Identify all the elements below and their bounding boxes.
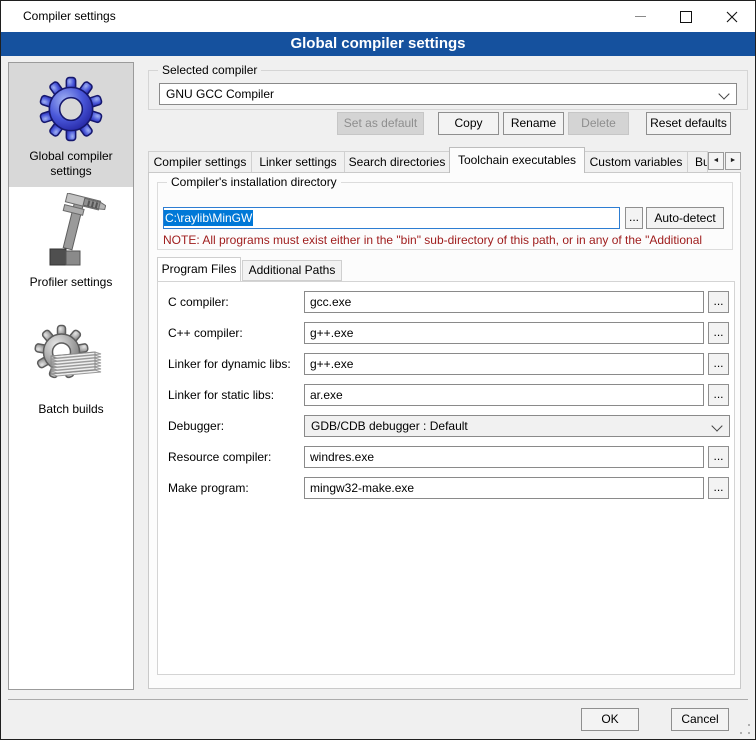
tab-scroll-left-icon[interactable]: ◄: [708, 152, 724, 170]
tab-scroll-right-icon[interactable]: ►: [725, 152, 741, 170]
linker-static-label: Linker for static libs:: [168, 384, 274, 406]
cpp-compiler-browse-button[interactable]: ...: [708, 322, 729, 344]
titlebar: Compiler settings: [1, 1, 755, 32]
debugger-label: Debugger:: [168, 415, 224, 437]
installation-directory-field[interactable]: C:\raylib\MinGW: [163, 207, 620, 229]
c-compiler-browse-button[interactable]: ...: [708, 291, 729, 313]
gear-icon: [38, 76, 104, 142]
c-compiler-label: C compiler:: [168, 291, 229, 313]
sidebar-item-global-compiler-settings[interactable]: Global compiler settings: [9, 63, 133, 187]
cpp-compiler-input[interactable]: g++.exe: [304, 322, 704, 344]
ok-button[interactable]: OK: [581, 708, 639, 731]
tab-build-options[interactable]: Build: [687, 151, 708, 173]
set-as-default-button[interactable]: Set as default: [337, 112, 424, 135]
sidebar-item-batch-builds[interactable]: Batch builds: [9, 320, 133, 425]
minimize-icon: [635, 16, 646, 17]
batch-builds-icon: [33, 322, 109, 398]
resource-compiler-label: Resource compiler:: [168, 446, 271, 468]
maximize-icon: [680, 11, 692, 23]
sidebar-item-label: Batch builds: [9, 400, 133, 425]
linker-dynamic-label: Linker for dynamic libs:: [168, 353, 291, 375]
selected-compiler-value: GNU GCC Compiler: [166, 84, 274, 104]
tab-custom-variables[interactable]: Custom variables: [584, 151, 688, 173]
debugger-value: GDB/CDB debugger : Default: [311, 416, 468, 436]
resource-compiler-browse-button[interactable]: ...: [708, 446, 729, 468]
subtab-additional-paths[interactable]: Additional Paths: [242, 260, 342, 281]
program-files-panel: C compiler: gcc.exe ... C++ compiler: g+…: [157, 281, 735, 675]
footer-separator: [8, 699, 748, 700]
make-program-browse-button[interactable]: ...: [708, 477, 729, 499]
sidebar-item-profiler-settings[interactable]: Profiler settings: [9, 193, 133, 298]
subtab-program-files[interactable]: Program Files: [157, 257, 241, 281]
bin-subdirectory-note: NOTE: All programs must exist either in …: [163, 233, 729, 247]
minimize-button[interactable]: [625, 1, 655, 32]
sidebar: Global compiler settings: [8, 62, 134, 690]
window-title: Compiler settings: [23, 1, 116, 32]
reset-defaults-button[interactable]: Reset defaults: [646, 112, 731, 135]
page-title: Global compiler settings: [1, 32, 755, 56]
make-program-label: Make program:: [168, 477, 249, 499]
chevron-down-icon: [711, 420, 722, 431]
resize-grip-icon[interactable]: [748, 732, 750, 734]
c-compiler-input[interactable]: gcc.exe: [304, 291, 704, 313]
maximize-button[interactable]: [671, 1, 701, 32]
resource-compiler-input[interactable]: windres.exe: [304, 446, 704, 468]
sidebar-item-label: Global compiler settings: [9, 147, 133, 187]
rename-button[interactable]: Rename: [503, 112, 564, 135]
make-program-input[interactable]: mingw32-make.exe: [304, 477, 704, 499]
tab-compiler-settings[interactable]: Compiler settings: [148, 151, 252, 173]
tab-search-directories[interactable]: Search directories: [344, 151, 450, 173]
linker-dynamic-browse-button[interactable]: ...: [708, 353, 729, 375]
selected-compiler-group-label: Selected compiler: [158, 63, 261, 77]
auto-detect-button[interactable]: Auto-detect: [646, 207, 724, 229]
caliper-icon: [36, 193, 106, 273]
browse-directory-button[interactable]: ...: [625, 207, 643, 229]
cpp-compiler-label: C++ compiler:: [168, 322, 243, 344]
sidebar-item-label: Profiler settings: [9, 273, 133, 298]
tab-toolchain-executables[interactable]: Toolchain executables: [449, 147, 585, 173]
linker-static-browse-button[interactable]: ...: [708, 384, 729, 406]
selected-compiler-dropdown[interactable]: GNU GCC Compiler: [159, 83, 737, 105]
delete-button[interactable]: Delete: [568, 112, 629, 135]
linker-static-input[interactable]: ar.exe: [304, 384, 704, 406]
installation-directory-value: C:\raylib\MinGW: [164, 210, 253, 226]
installation-directory-group: Compiler's installation directory C:\ray…: [157, 182, 733, 250]
selected-compiler-group: Selected compiler GNU GCC Compiler: [148, 70, 748, 110]
close-button[interactable]: [717, 1, 747, 32]
toolchain-executables-panel: Compiler's installation directory C:\ray…: [148, 172, 741, 689]
tab-linker-settings[interactable]: Linker settings: [251, 151, 345, 173]
cancel-button[interactable]: Cancel: [671, 708, 729, 731]
copy-button[interactable]: Copy: [438, 112, 499, 135]
linker-dynamic-input[interactable]: g++.exe: [304, 353, 704, 375]
installation-directory-group-label: Compiler's installation directory: [167, 175, 341, 189]
debugger-dropdown[interactable]: GDB/CDB debugger : Default: [304, 415, 730, 437]
compiler-settings-dialog: Compiler settings Global compiler settin…: [0, 0, 756, 740]
close-icon: [726, 11, 738, 23]
chevron-down-icon: [718, 88, 729, 99]
